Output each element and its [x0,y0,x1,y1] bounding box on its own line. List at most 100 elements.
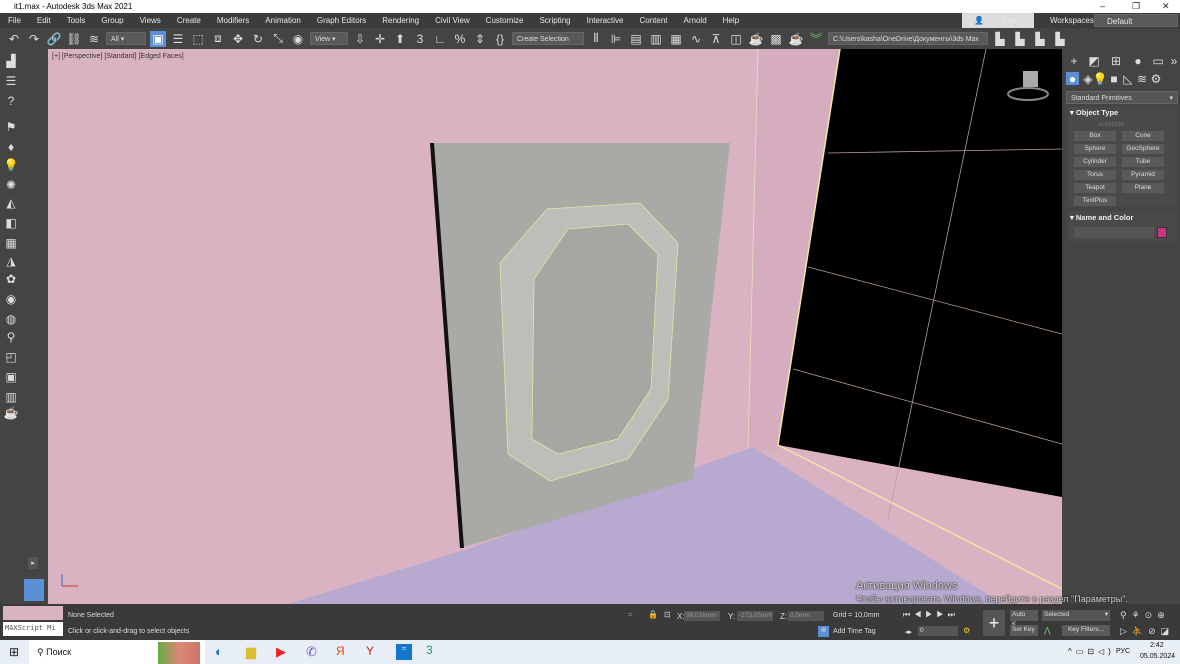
bind-space-warp-icon[interactable]: ≋ [86,31,102,47]
menu-animation[interactable]: Animation [257,16,309,25]
scale-icon[interactable]: ⤡ [270,31,286,47]
lights-icon[interactable]: ♦ [3,139,19,155]
menu-interactive[interactable]: Interactive [579,16,632,25]
playback-controls[interactable]: ⏮◀▶▶⏭ [903,610,959,620]
edge-icon[interactable]: ◐ [215,644,223,659]
link-icon[interactable]: 🔗 [46,31,62,47]
geometry-icon[interactable]: ● [1066,72,1079,86]
unlink-icon[interactable]: ⛓ [66,31,82,47]
angle-snap-icon[interactable]: ∟ [432,31,448,47]
keyboard-shortcut-override-icon[interactable]: ⬆ [392,31,408,47]
reference-coordinate-dropdown[interactable]: View ▾ [310,32,348,45]
object-type-rollout[interactable]: ▾ Object Type [1070,108,1118,117]
menu-tools[interactable]: Tools [59,16,94,25]
menu-create[interactable]: Create [169,16,209,25]
percent-snap-icon[interactable]: % [452,31,468,47]
cylinder-button[interactable]: Cylinder [1074,157,1116,167]
curve-editor-icon[interactable]: ∿ [688,31,704,47]
render-production-icon[interactable]: ☕ [788,31,804,47]
maxscript-listener-output[interactable] [3,606,63,620]
time-config-icon[interactable]: ◂▸ [905,628,912,636]
sign-in-dropdown[interactable]: 👤 Sign In ▾ [962,13,1034,40]
system-tray-icons[interactable]: ^▭⊡◁) [1068,647,1115,656]
motion-tab-icon[interactable]: ● [1130,53,1146,69]
tool-icon[interactable]: ◍ [3,311,19,327]
box-button[interactable]: Box [1074,131,1116,141]
menu-customize[interactable]: Customize [478,16,532,25]
clock-time[interactable]: 2:42 [1150,642,1164,649]
pivot-center-icon[interactable]: ⇩ [352,31,368,47]
yandex-icon[interactable]: Я [336,644,345,658]
language-indicator[interactable]: РУС [1116,648,1130,655]
menu-civil-view[interactable]: Civil View [427,16,478,25]
menu-file[interactable]: File [0,16,29,25]
more-tabs-icon[interactable]: » [1166,53,1180,69]
lock-icon[interactable]: 🔒 [648,610,658,619]
project-folder-dropdown[interactable]: C:\Users\kasha\OneDrive\Документы\3ds Ma… [828,32,988,56]
schematic-view-icon[interactable]: ⊼ [708,31,724,47]
tool-icon[interactable]: ✿ [3,271,19,287]
maxscript-mini-listener[interactable]: MAXScript Mi [3,622,63,636]
key-mode-dropdown[interactable]: Selected ▾ [1042,610,1110,621]
select-object-icon[interactable]: ▣ [150,30,166,47]
workspaces-dropdown[interactable]: Default [1094,14,1178,27]
tool-icon[interactable]: ▥ [3,389,19,405]
menu-edit[interactable]: Edit [29,16,59,25]
project-icon-2[interactable]: ▙ [1012,31,1028,47]
menu-scripting[interactable]: Scripting [531,16,578,25]
select-by-name-icon[interactable]: ☰ [170,31,186,47]
help-icon[interactable]: ? [3,93,19,109]
select-manipulate-icon[interactable]: ✛ [372,31,388,47]
rotate-icon[interactable]: ↻ [250,31,266,47]
set-key-big-button[interactable]: + [983,610,1005,636]
material-editor-icon[interactable]: ◫ [728,31,744,47]
rectangular-selection-icon[interactable]: ⬚ [190,31,206,47]
app-icon[interactable]: ≈ [396,644,412,660]
tool-icon[interactable]: ◭ [3,195,19,211]
rendered-frame-window-icon[interactable]: ▩ [768,31,784,47]
move-icon[interactable]: ✥ [230,31,246,47]
window-crossing-icon[interactable]: ⧈ [210,31,226,47]
menu-group[interactable]: Group [93,16,131,25]
viber-icon[interactable]: ✆ [306,644,317,660]
tube-button[interactable]: Tube [1122,157,1164,167]
tool-icon[interactable]: ◧ [3,215,19,231]
minimize-button[interactable]: – [1100,0,1105,13]
tool-icon[interactable]: ◮ [3,253,19,269]
layer-explorer-icon[interactable]: ▥ [648,31,664,47]
absolute-mode-icon[interactable]: ⊡ [664,610,671,619]
geosphere-button[interactable]: GeoSphere [1122,144,1164,154]
modify-tab-icon[interactable]: ◩ [1086,53,1102,69]
youtube-icon[interactable]: ▶ [276,644,286,660]
clock-date[interactable]: 05.05.2024 [1140,653,1175,660]
object-name-input[interactable] [1074,227,1154,238]
menu-content[interactable]: Content [632,16,676,25]
file-explorer-icon[interactable]: ▆ [246,644,256,660]
close-button[interactable]: ✕ [1162,0,1170,13]
textplus-button[interactable]: TextPlus [1074,196,1116,206]
auto-key-button[interactable]: Auto K... [1010,610,1038,628]
undo-icon[interactable]: ↶ [6,31,22,47]
populate-icon[interactable]: ⚑ [3,119,19,135]
teapot-icon[interactable]: ☕ [3,405,19,421]
render-setup-icon[interactable]: ☕ [748,31,764,47]
key-filters-button[interactable]: Key Filters... [1062,625,1110,636]
open-autodesk-a360-icon[interactable]: ︾ [808,31,824,47]
pyramid-button[interactable]: Pyramid [1122,170,1164,180]
snaps-toggle-icon[interactable]: 3 [412,31,428,47]
autogrid-checkbox[interactable]: AutoGrid [1098,121,1124,128]
x-coordinate-field[interactable]: 99,016mm [684,611,720,621]
tool-icon[interactable]: ◉ [3,291,19,307]
sun-icon[interactable]: ✺ [3,177,19,193]
viewcube-icon[interactable] [1023,71,1038,87]
selection-filter-dropdown[interactable]: All ▾ [106,32,146,45]
project-icon-4[interactable]: ▙ [1052,31,1068,47]
start-icon[interactable]: ⊞ [9,645,19,659]
viewport-navigation-controls-2[interactable]: ▷⛹⊘◪ [1120,626,1174,637]
tool-icon[interactable]: ◰ [3,349,19,365]
hierarchy-tab-icon[interactable]: ⊞ [1108,53,1124,69]
systems-icon[interactable]: ⚙ [1148,71,1164,87]
time-tag-icon[interactable]: ⊗ [818,626,829,637]
named-selection-dropdown[interactable]: Create Selection Se ▾ [512,32,584,56]
project-icon-3[interactable]: ▙ [1032,31,1048,47]
